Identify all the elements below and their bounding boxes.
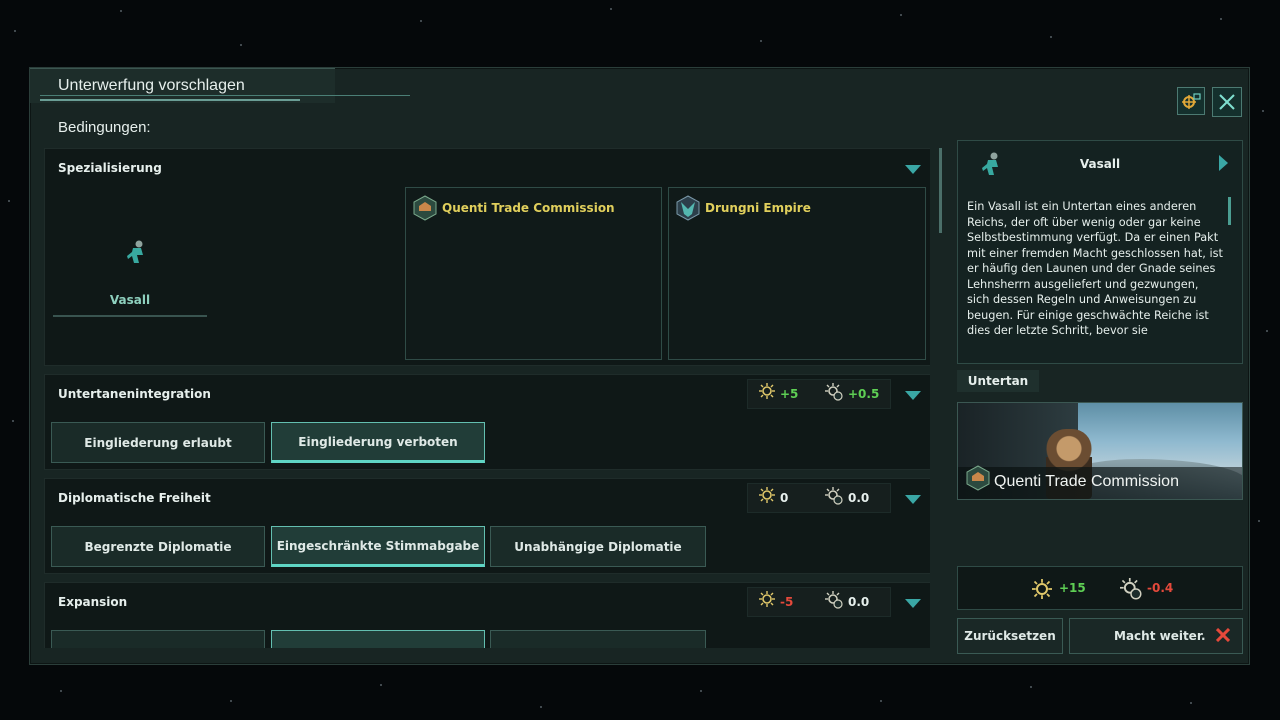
section-title: Untertanenintegration <box>58 387 211 401</box>
conditions-list: Spezialisierung Vasall Quenti Trade Comm… <box>44 148 930 648</box>
confirm-button[interactable]: Macht weiter. <box>1069 618 1243 654</box>
subject-portrait: Quenti Trade Commission <box>957 402 1243 500</box>
empire-emblem-icon <box>966 465 990 495</box>
effects-box: -5 0.0 <box>747 587 891 617</box>
upkeep-value: +0.5 <box>848 387 880 401</box>
specialization-section: Spezialisierung Vasall Quenti Trade Comm… <box>44 148 930 366</box>
info-header: Vasall <box>958 141 1242 183</box>
info-title: Vasall <box>1079 157 1121 171</box>
option-restricted-voting[interactable]: Eingeschränkte Stimmabgabe <box>271 526 485 567</box>
option-expansion-2[interactable] <box>271 630 485 648</box>
total-influence: +15 <box>1059 581 1086 595</box>
propose-subjugation-dialog: Unterwerfung vorschlagen Bedingungen: Sp… <box>29 67 1250 665</box>
effects-box: +5 +0.5 <box>747 379 891 409</box>
option-limited-diplomacy[interactable]: Begrenzte Diplomatie <box>51 526 265 567</box>
conditions-label: Bedingungen: <box>58 119 151 136</box>
section-title: Expansion <box>58 595 128 609</box>
title-underline-accent <box>40 99 300 101</box>
section-title: Diplomatische Freiheit <box>58 491 211 505</box>
option-integration-forbidden[interactable]: Eingliederung verboten <box>271 422 485 463</box>
influence-value: +5 <box>780 387 799 401</box>
option-independent-diplomacy[interactable]: Unabhängige Diplomatie <box>490 526 706 567</box>
empire-card-subject[interactable]: Drungni Empire <box>668 187 926 360</box>
kneeling-figure-icon <box>125 239 147 269</box>
influence-value: 0 <box>780 491 789 505</box>
influence-icon <box>759 591 775 607</box>
camera-button[interactable] <box>1177 87 1205 115</box>
subject-tab: Untertan <box>957 370 1039 392</box>
effects-box: 0 0.0 <box>747 483 891 513</box>
empire-emblem-icon <box>413 195 437 225</box>
divider <box>53 315 207 317</box>
total-upkeep: -0.4 <box>1147 581 1174 595</box>
upkeep-value: 0.0 <box>848 595 870 609</box>
close-icon <box>1216 628 1230 642</box>
chevron-down-icon[interactable] <box>905 165 921 174</box>
empire-card-overlord[interactable]: Quenti Trade Commission <box>405 187 662 360</box>
influence-upkeep-icon <box>825 487 843 505</box>
option-integration-allowed[interactable]: Eingliederung erlaubt <box>51 422 265 463</box>
subject-integration-section: Untertanenintegration +5 +0.5 Einglieder… <box>44 374 930 470</box>
empire-emblem-icon <box>676 195 700 225</box>
chevron-right-icon[interactable] <box>1219 155 1228 171</box>
title-tab: Unterwerfung vorschlagen <box>30 68 335 103</box>
diplomatic-freedom-section: Diplomatische Freiheit 0 0.0 Begrenzte D… <box>44 478 930 574</box>
close-button[interactable] <box>1212 87 1242 117</box>
upkeep-value: 0.0 <box>848 491 870 505</box>
subject-name: Quenti Trade Commission <box>994 473 1179 490</box>
title-underline <box>40 95 410 96</box>
dialog-title: Unterwerfung vorschlagen <box>58 77 245 94</box>
influence-icon <box>759 383 775 399</box>
conditions-scrollbar[interactable] <box>939 148 942 233</box>
confirm-label: Macht weiter. <box>1114 629 1206 643</box>
info-scrollbar[interactable] <box>1228 197 1231 225</box>
totals-box: +15 -0.4 <box>957 566 1243 610</box>
reset-button[interactable]: Zurücksetzen <box>957 618 1063 654</box>
camera-icon <box>1182 93 1201 109</box>
section-title: Spezialisierung <box>58 161 162 175</box>
influence-upkeep-icon <box>825 591 843 609</box>
chevron-down-icon[interactable] <box>905 599 921 608</box>
specialization-label: Vasall <box>109 293 151 307</box>
info-description: Ein Vasall ist ein Untertan eines andere… <box>967 200 1223 337</box>
chevron-down-icon[interactable] <box>905 391 921 400</box>
chevron-down-icon[interactable] <box>905 495 921 504</box>
specialization-info-box: Vasall Ein Vasall ist ein Untertan eines… <box>957 140 1243 364</box>
expansion-section: Expansion -5 0.0 <box>44 582 930 648</box>
influence-upkeep-icon <box>825 383 843 401</box>
close-icon <box>1219 94 1235 110</box>
empire-name: Quenti Trade Commission <box>442 201 615 215</box>
influence-icon <box>1032 579 1052 599</box>
influence-upkeep-icon <box>1120 578 1142 600</box>
option-expansion-3[interactable] <box>490 630 706 648</box>
influence-value: -5 <box>780 595 794 609</box>
option-expansion-1[interactable] <box>51 630 265 648</box>
influence-icon <box>759 487 775 503</box>
empire-name: Drungni Empire <box>705 201 811 215</box>
